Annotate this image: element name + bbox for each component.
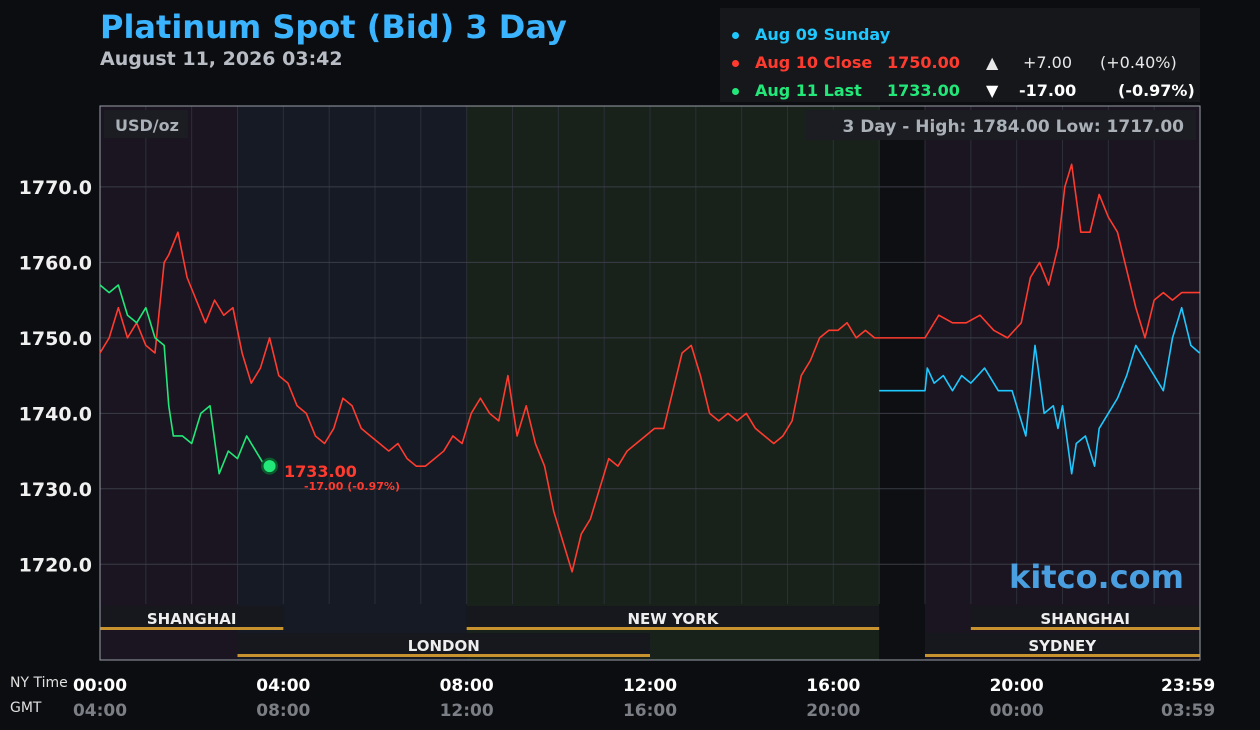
x-tick-label-gmt: 12:00 <box>439 701 494 721</box>
x-tick-label-ny: 08:00 <box>439 676 494 696</box>
x-tick-label-ny: 16:00 <box>806 676 861 696</box>
ny-time-label: NY Time <box>10 675 68 691</box>
watermark-logo: kitco.com <box>1009 558 1184 596</box>
gmt-label: GMT <box>10 700 42 716</box>
session-background <box>466 106 880 660</box>
x-tick-label-gmt: 16:00 <box>622 701 678 721</box>
x-tick-label-gmt: 00:00 <box>989 701 1044 721</box>
range-text: 3 Day - High: 1784.00 Low: 1717.00 <box>842 117 1184 137</box>
last-point-change: -17.00 (-0.97%) <box>304 480 400 493</box>
session-label: LONDON <box>408 637 480 655</box>
last-point-marker <box>263 460 276 473</box>
price-chart: 1720.0 1730.0 1740.0 1750.0 1760.0 1770.0 SHAN… <box>19 105 1201 661</box>
x-tick-label-ny: 12:00 <box>622 676 678 696</box>
unit-label: USD/oz <box>115 116 179 135</box>
x-tick-label-ny: 00:00 <box>72 676 128 696</box>
session-label: SHANGHAI <box>147 610 237 628</box>
x-tick-label-ny: 04:00 <box>256 676 311 696</box>
session-background <box>100 106 238 660</box>
last-point-label: 1733.00 <box>284 462 357 481</box>
x-tick-label-gmt: 08:00 <box>256 701 311 721</box>
x-tick-label-ny: 20:00 <box>989 676 1044 696</box>
session-label: NEW YORK <box>628 610 720 628</box>
y-tick-label: 1760.0 <box>19 252 92 274</box>
x-tick-label-gmt: 20:00 <box>806 701 861 721</box>
x-tick-label-gmt: 04:00 <box>72 701 128 721</box>
y-tick-label: 1750.0 <box>19 328 92 350</box>
x-tick-label-gmt: 03:59 <box>1161 701 1216 721</box>
y-tick-label: 1730.0 <box>19 479 92 501</box>
y-tick-label: 1720.0 <box>19 554 92 576</box>
x-tick-label-ny: 23:59 <box>1161 676 1216 696</box>
session-background <box>879 106 925 660</box>
session-label: SHANGHAI <box>1040 610 1130 628</box>
session-label: SYDNEY <box>1028 637 1097 655</box>
session-background <box>237 106 467 660</box>
y-tick-label: 1770.0 <box>19 177 92 199</box>
y-tick-label: 1740.0 <box>19 403 92 425</box>
